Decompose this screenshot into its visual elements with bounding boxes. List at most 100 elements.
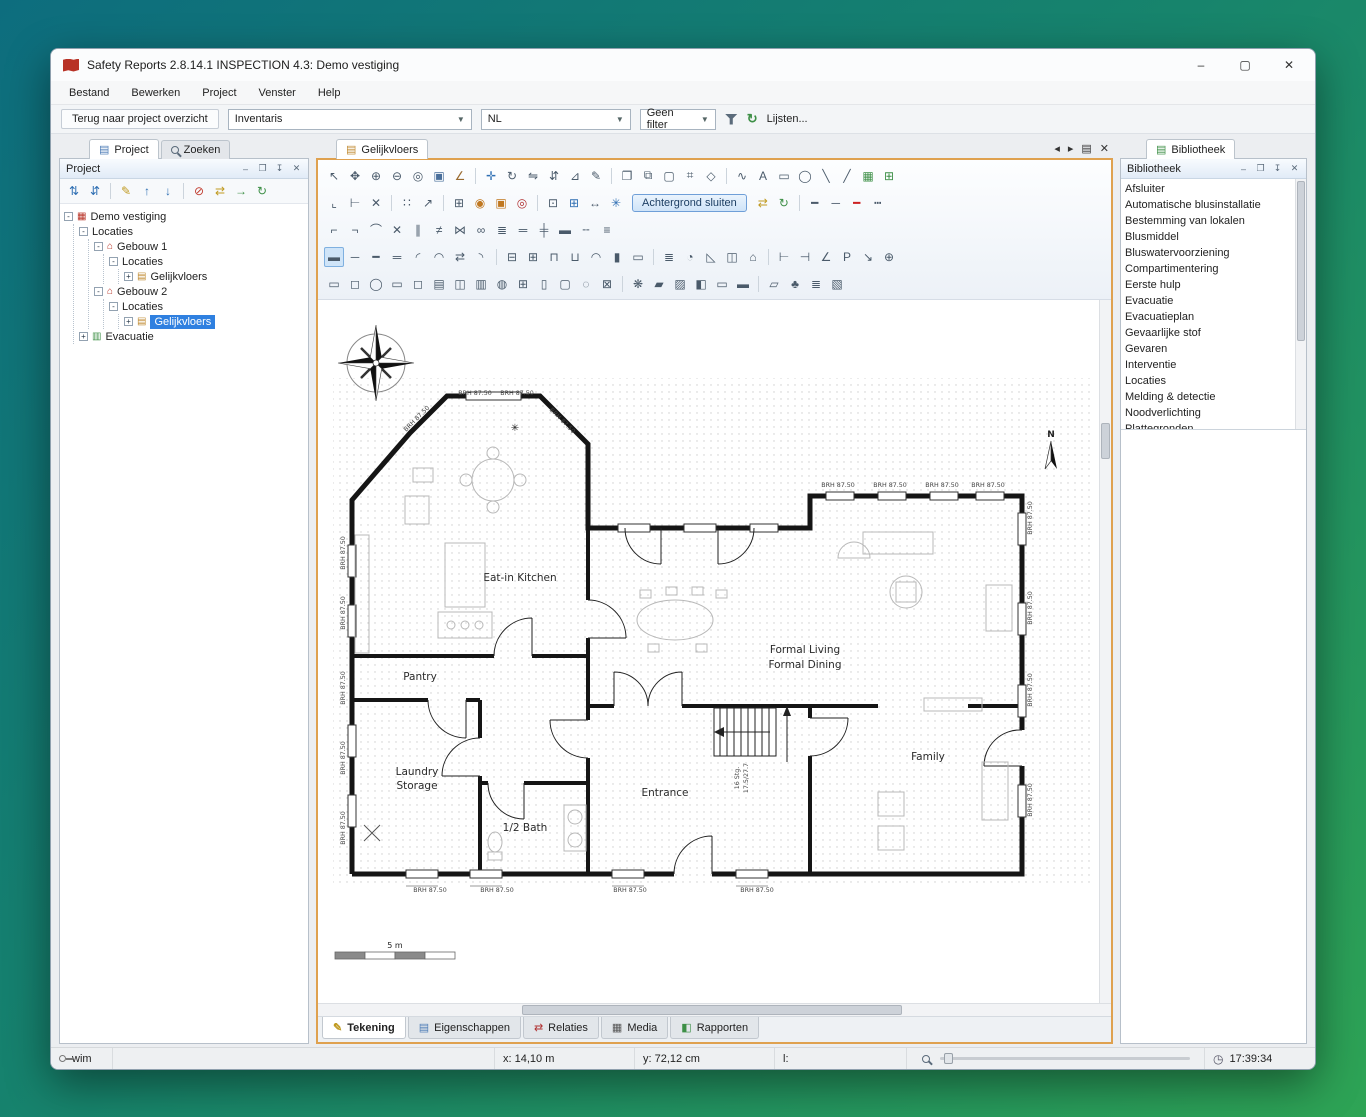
dimension-vertical-icon[interactable]: ⊣ [795, 247, 815, 267]
wall-medium-icon[interactable]: ━ [366, 247, 386, 267]
wall-double-icon[interactable]: ═ [387, 247, 407, 267]
wall-parallel-icon[interactable]: ∥ [408, 220, 428, 240]
library-item[interactable]: Evacuatie [1125, 293, 1294, 309]
panel-pin-icon[interactable]: ↧ [1269, 163, 1286, 174]
beam-icon[interactable]: ▭ [628, 247, 648, 267]
leader-icon[interactable]: ↘ [858, 247, 878, 267]
zoom-window-icon[interactable]: ◎ [408, 166, 428, 186]
wall-junction-icon[interactable]: ╪ [534, 220, 554, 240]
menu-bewerken[interactable]: Bewerken [121, 84, 190, 102]
wall-corner-right-icon[interactable]: ¬ [345, 220, 365, 240]
panel-minimize-icon[interactable]: – [237, 164, 254, 174]
drawing-canvas[interactable]: N [318, 300, 1111, 1003]
ramp-icon[interactable]: ◺ [701, 247, 721, 267]
tree-item-locaties-3[interactable]: - Locaties [109, 299, 306, 314]
wall-thin-icon[interactable]: ─ [345, 247, 365, 267]
text-icon[interactable]: A [753, 166, 773, 186]
panel-minimize-icon[interactable]: – [1235, 164, 1252, 174]
wall-bowtie-icon[interactable]: ⋈ [450, 220, 470, 240]
desk-icon[interactable]: ▬ [733, 274, 753, 294]
line-style-thick-icon[interactable]: ━ [805, 193, 825, 213]
refresh-icon[interactable]: ↻ [747, 111, 758, 127]
grid-icon[interactable]: ⊞ [449, 193, 469, 213]
language-select[interactable]: NL▼ [481, 109, 631, 130]
library-item[interactable]: Bestemming van lokalen [1125, 213, 1294, 229]
crop-icon[interactable]: ⌗ [680, 166, 700, 186]
library-item[interactable]: Locaties [1125, 373, 1294, 389]
zoom-slider-thumb[interactable] [944, 1053, 953, 1064]
bathtub-icon[interactable]: ▢ [555, 274, 575, 294]
wall-offset-icon[interactable]: ≠ [429, 220, 449, 240]
line-style-dotted-icon[interactable]: ┅ [868, 193, 888, 213]
stamp-icon[interactable]: ⧉ [638, 166, 658, 186]
shower-icon[interactable]: ⊠ [597, 274, 617, 294]
wall-opening-icon[interactable]: ⊔ [565, 247, 585, 267]
chair-icon[interactable]: ◻ [408, 274, 428, 294]
wall-triple-icon[interactable]: ≣ [492, 220, 512, 240]
snap-angle-icon[interactable]: ↗ [418, 193, 438, 213]
curve-icon[interactable]: ∿ [732, 166, 752, 186]
library-item[interactable]: Automatische blusinstallatie [1125, 197, 1294, 213]
expand-icon[interactable]: + [124, 317, 133, 326]
zoom-in-icon[interactable]: ⊕ [366, 166, 386, 186]
tree-item-gebouw-1[interactable]: - ⌂ Gebouw 1 [94, 239, 306, 254]
spiral-stairs-icon[interactable]: ◔ [680, 247, 700, 267]
p an-icon[interactable]: ✥ [345, 166, 365, 186]
refresh-canvas-icon[interactable]: ↻ [774, 193, 794, 213]
scrollbar-thumb[interactable] [1101, 423, 1110, 459]
fridge-icon[interactable]: ▯ [534, 274, 554, 294]
back-to-project-button[interactable]: Terug naar project overzicht [61, 109, 219, 129]
collapse-icon[interactable]: - [109, 257, 118, 266]
library-item[interactable]: Eerste hulp [1125, 277, 1294, 293]
arch-icon[interactable]: ◠ [586, 247, 606, 267]
line-style-thin-icon[interactable]: ─ [826, 193, 846, 213]
document-list-icon[interactable]: ▤ [1081, 142, 1091, 155]
panel-float-icon[interactable]: ❐ [1252, 163, 1269, 174]
rect-marker-icon[interactable]: ▣ [491, 193, 511, 213]
polyline-icon[interactable]: ✎ [586, 166, 606, 186]
donut-marker-icon[interactable]: ◉ [470, 193, 490, 213]
expand-icon[interactable]: + [124, 272, 133, 281]
library-scrollbar[interactable] [1295, 179, 1306, 429]
menu-bestand[interactable]: Bestand [59, 84, 119, 102]
group-icon[interactable]: ▢ [659, 166, 679, 186]
wall-solid-icon[interactable]: ▬ [555, 220, 575, 240]
fit-screen-icon[interactable]: ▣ [429, 166, 449, 186]
snap-endpoint-icon[interactable]: ⌞ [324, 193, 344, 213]
tree-item-locaties-1[interactable]: - Locaties [79, 224, 306, 239]
move-up-icon[interactable]: ↑ [137, 181, 157, 201]
stove-icon[interactable]: ⊞ [513, 274, 533, 294]
toilet-icon[interactable]: ◌ [576, 274, 596, 294]
filter-icon[interactable] [725, 114, 738, 125]
horizontal-scrollbar[interactable] [318, 1003, 1111, 1016]
sofa-icon[interactable]: ▭ [324, 274, 344, 294]
expand-icon[interactable]: + [79, 332, 88, 341]
move-icon[interactable]: ✛ [481, 166, 501, 186]
line-style-red-icon[interactable]: ━ [847, 193, 867, 213]
panel-close-icon[interactable]: ✕ [288, 163, 305, 174]
wall-loop-icon[interactable]: ∞ [471, 220, 491, 240]
mark-point-icon[interactable]: ⊕ [879, 247, 899, 267]
wall-draw-icon[interactable]: ▬ [324, 247, 344, 267]
tree-item-evacuatie[interactable]: + ▥ Evacuatie [79, 329, 306, 344]
door-sliding-icon[interactable]: ⇄ [450, 247, 470, 267]
swap-layers-icon[interactable]: ⇄ [753, 193, 773, 213]
tab-project[interactable]: ▤ Project [89, 139, 159, 159]
previous-document-icon[interactable]: ◂ [1054, 142, 1060, 155]
snap-intersection-icon[interactable]: ✕ [366, 193, 386, 213]
window-bay-icon[interactable]: ⊓ [544, 247, 564, 267]
counter-icon[interactable]: ▥ [471, 274, 491, 294]
tab-tekening[interactable]: ✎ Tekening [322, 1017, 406, 1039]
move-down-icon[interactable]: ↓ [158, 181, 178, 201]
plant-icon[interactable]: ❋ [628, 274, 648, 294]
piano-icon[interactable]: ▰ [649, 274, 669, 294]
image-icon[interactable]: ▦ [858, 166, 878, 186]
tab-relaties[interactable]: ⇄ Relaties [523, 1017, 599, 1039]
transfer-icon[interactable]: ⇄ [210, 181, 230, 201]
disable-icon[interactable]: ⊘ [189, 181, 209, 201]
wardrobe-icon[interactable]: ◫ [450, 274, 470, 294]
library-item[interactable]: Noodverlichting [1125, 405, 1294, 421]
scrollbar-thumb[interactable] [1297, 181, 1305, 341]
dimension-grid-icon[interactable]: ⊞ [564, 193, 584, 213]
refresh-tree-icon[interactable]: ↻ [252, 181, 272, 201]
